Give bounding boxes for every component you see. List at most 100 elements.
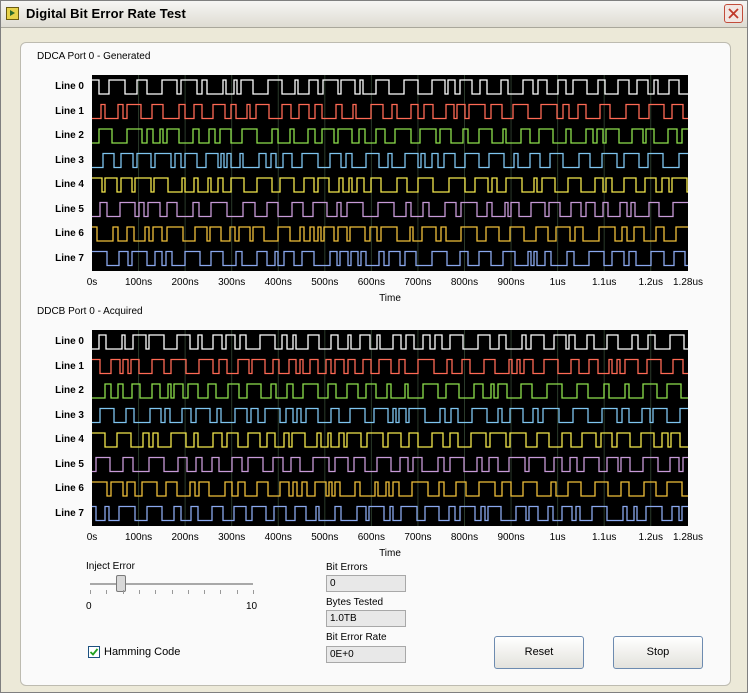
- reset-button[interactable]: Reset: [494, 636, 584, 669]
- x-tick-label: 200ns: [171, 277, 199, 288]
- hamming-code-checkbox[interactable]: [88, 646, 100, 658]
- x-tick-label: 1.1us: [591, 277, 617, 288]
- slider-tick: [220, 590, 222, 594]
- x-tick-label: 1.1us: [591, 532, 617, 543]
- slider-tick: [204, 590, 206, 594]
- x-tick-label: 1.28us: [672, 277, 704, 288]
- x-tick-label: 0s: [86, 532, 98, 543]
- x-tick-label: 300ns: [218, 277, 246, 288]
- line-label: Line 0: [55, 336, 84, 347]
- x-tick-label: 700ns: [404, 532, 432, 543]
- slider-min-label: 0: [86, 601, 92, 612]
- line-label: Line 7: [55, 252, 84, 264]
- line-label: Line 6: [55, 483, 84, 494]
- line-label: Line 2: [55, 385, 84, 396]
- line-label: Line 4: [55, 434, 84, 445]
- line-label: Line 3: [55, 154, 84, 166]
- bytes-tested-field: 1.0TB: [326, 610, 406, 627]
- digital-trace: [92, 201, 688, 218]
- line-label: Line 2: [55, 130, 84, 141]
- waveform-plot-area: [92, 330, 688, 526]
- line-label: Line 7: [55, 507, 84, 519]
- stop-button[interactable]: Stop: [613, 636, 703, 669]
- line-label: Line 6: [55, 228, 84, 239]
- digital-trace: [92, 481, 688, 497]
- x-tick-label: 1.28us: [672, 532, 704, 543]
- x-tick-label: 500ns: [311, 277, 339, 288]
- line-label: Line 1: [55, 360, 84, 372]
- x-tick-label: 1.2us: [638, 277, 663, 288]
- inject-error-slider-thumb[interactable]: [116, 575, 126, 592]
- x-tick-label: 900ns: [497, 277, 525, 288]
- x-tick-label: 0s: [86, 277, 98, 288]
- x-tick-label: 700ns: [404, 277, 432, 288]
- slider-tick: [138, 590, 140, 594]
- x-tick-label: 1.2us: [638, 532, 663, 543]
- x-tick-label: 800ns: [450, 532, 479, 543]
- title-bar: Digital Bit Error Rate Test: [1, 1, 747, 28]
- x-tick-label: 100ns: [124, 532, 153, 543]
- slider-tick: [155, 590, 157, 594]
- digital-trace: [92, 128, 688, 144]
- inject-error-slider-track[interactable]: [90, 583, 253, 585]
- digital-trace: [92, 334, 688, 350]
- digital-trace: [92, 456, 688, 473]
- line-label: Line 4: [55, 179, 84, 190]
- digital-trace: [92, 79, 688, 95]
- digital-trace: [92, 432, 688, 448]
- digital-trace: [92, 383, 688, 399]
- inject-error-label: Inject Error: [86, 561, 135, 572]
- x-tick-label: 500ns: [311, 532, 339, 543]
- app-icon: [6, 7, 19, 20]
- line-label: Line 1: [55, 105, 84, 117]
- waveform-plot-area: [92, 75, 688, 271]
- bit-errors-label: Bit Errors: [326, 562, 368, 573]
- line-label: Line 5: [55, 203, 84, 215]
- graph-title: DDCB Port 0 - Acquired: [37, 306, 143, 317]
- x-tick-label: 900ns: [497, 532, 525, 543]
- slider-tick: [90, 590, 91, 594]
- slider-max-label: 10: [246, 601, 258, 612]
- line-label: Line 0: [55, 81, 84, 92]
- digital-trace: [92, 407, 688, 424]
- line-label: Line 5: [55, 458, 84, 470]
- digital-trace: [92, 103, 688, 120]
- waveform-graph-generated[interactable]: [92, 75, 688, 271]
- x-tick-label: 600ns: [357, 277, 385, 288]
- x-tick-label: 1us: [549, 532, 566, 543]
- x-axis-title: Time: [379, 548, 401, 559]
- graph-title: DDCA Port 0 - Generated: [37, 51, 151, 62]
- digital-trace: [92, 358, 688, 375]
- digital-trace: [92, 177, 688, 193]
- x-tick-label: 200ns: [171, 532, 199, 543]
- bit-errors-field: 0: [326, 575, 406, 592]
- checkmark-icon: [89, 648, 99, 656]
- x-tick-label: 800ns: [450, 277, 479, 288]
- digital-trace: [92, 250, 688, 267]
- slider-tick: [122, 590, 124, 594]
- x-tick-label: 300ns: [218, 532, 246, 543]
- window-title: Digital Bit Error Rate Test: [26, 6, 186, 21]
- hamming-code-label: Hamming Code: [104, 646, 181, 658]
- digital-trace: [92, 152, 688, 169]
- slider-tick: [187, 590, 189, 594]
- slider-tick: [253, 590, 254, 594]
- x-axis-title: Time: [379, 293, 401, 304]
- x-tick-label: 600ns: [357, 532, 385, 543]
- close-button[interactable]: [724, 4, 743, 23]
- x-tick-label: 100ns: [124, 277, 153, 288]
- digital-trace: [92, 226, 688, 242]
- line-label: Line 3: [55, 409, 84, 421]
- slider-tick: [106, 590, 108, 594]
- bytes-tested-label: Bytes Tested: [326, 597, 384, 608]
- bit-error-rate-field: 0E+0: [326, 646, 406, 663]
- bit-error-rate-label: Bit Error Rate: [326, 632, 387, 643]
- digital-trace: [92, 505, 688, 522]
- x-tick-label: 1us: [549, 277, 566, 288]
- slider-tick: [171, 590, 173, 594]
- x-tick-label: 400ns: [264, 532, 292, 543]
- waveform-graph-acquired[interactable]: [92, 330, 688, 526]
- x-tick-label: 400ns: [264, 277, 292, 288]
- slider-tick: [236, 590, 238, 594]
- close-icon: [728, 8, 739, 19]
